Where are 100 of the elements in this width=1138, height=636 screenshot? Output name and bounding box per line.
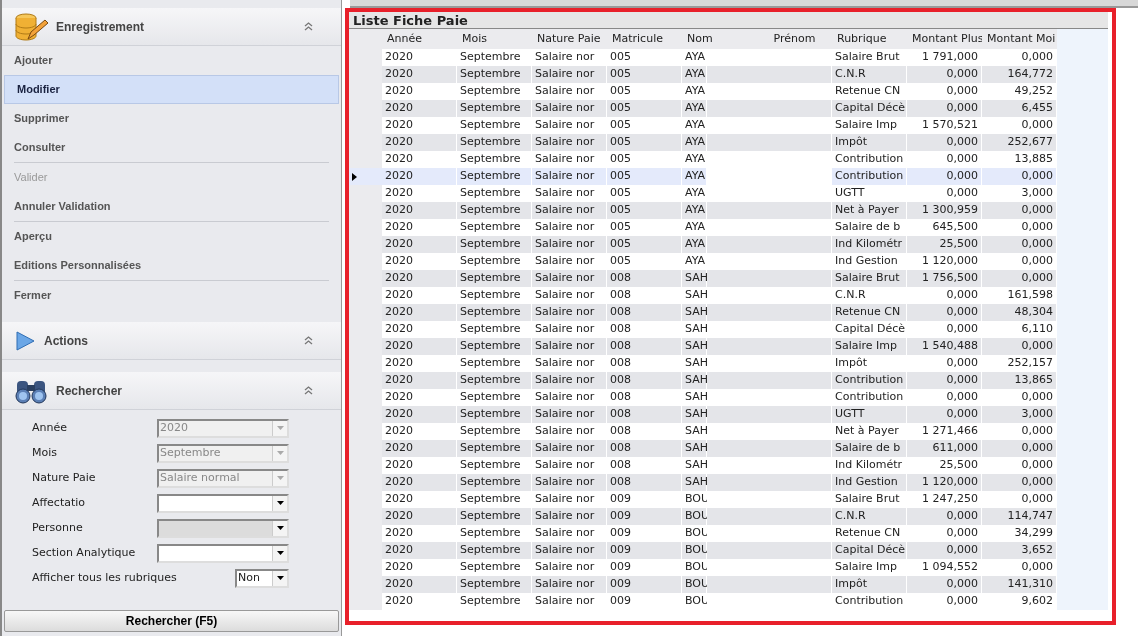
table-cell: Septembre [457, 117, 532, 134]
table-cell: Salaire Brut [832, 491, 907, 508]
database-pencil-icon [14, 10, 48, 43]
table-cell: 164,772 [982, 66, 1057, 83]
table-row[interactable]: 2020 Septembre Salaire nor 005 AYA Net à Payer 1 300,959 0,000 [348, 202, 1057, 219]
menu-item[interactable]: Annuler Validation [14, 192, 329, 221]
table-row[interactable]: 2020 Septembre Salaire nor 005 AYA Contribution 0,000 0,000 [348, 168, 1057, 185]
table-cell: UGTT [832, 406, 907, 423]
collapse-chevron-icon[interactable] [304, 386, 313, 395]
table-cell: 0,000 [982, 236, 1057, 253]
table-cell: Salaire nor [532, 49, 607, 66]
section-header[interactable]: Enregistrement [2, 8, 341, 46]
dropdown-arrow-icon[interactable] [276, 551, 284, 555]
table-cell: SAH [682, 287, 707, 304]
table-cell: 0,000 [907, 406, 982, 423]
table-row[interactable]: 2020 Septembre Salaire nor 008 SAH Impôt 0,000 252,157 [348, 355, 1057, 372]
search-button[interactable]: Rechercher (F5) [4, 610, 339, 632]
table-cell: 008 [607, 338, 682, 355]
table-cell: 0,000 [907, 508, 982, 525]
section-header[interactable]: Actions [2, 322, 341, 360]
table-row[interactable]: 2020 Septembre Salaire nor 008 SAH Ind Gestion 1 120,000 0,000 [348, 474, 1057, 491]
table-cell: 008 [607, 440, 682, 457]
table-cell: 2020 [382, 406, 457, 423]
table-row[interactable]: 2020 Septembre Salaire nor 005 AYA Ind Gestion 1 120,000 0,000 [348, 253, 1057, 270]
table-cell: 0,000 [907, 593, 982, 610]
menu-item[interactable]: Editions Personnalisées [14, 251, 329, 280]
dropdown-field[interactable] [157, 518, 289, 538]
column-header[interactable]: Année [382, 29, 457, 49]
table-cell: Impôt [832, 134, 907, 151]
table-row[interactable]: 2020 Septembre Salaire nor 005 AYA Ind Kilométr 25,500 0,000 [348, 236, 1057, 253]
column-header[interactable]: Mois [457, 29, 532, 49]
dropdown-field[interactable] [157, 493, 289, 513]
table-cell: 13,865 [982, 372, 1057, 389]
table-row[interactable]: 2020 Septembre Salaire nor 005 AYA Retenue CN 0,000 49,252 [348, 83, 1057, 100]
column-header[interactable]: Montant Moi [982, 29, 1057, 49]
table-cell: Ind Gestion [832, 474, 907, 491]
table-cell: SAH [682, 440, 707, 457]
table-cell: Retenue CN [832, 83, 907, 100]
table-row[interactable]: 2020 Septembre Salaire nor 008 SAH Contribution 0,000 13,865 [348, 372, 1057, 389]
table-row[interactable]: 2020 Septembre Salaire nor 008 SAH Ind Kilométr 25,500 0,000 [348, 457, 1057, 474]
table-cell: Septembre [457, 508, 532, 525]
column-header[interactable]: Nom [682, 29, 757, 49]
table-cell: 0,000 [982, 253, 1057, 270]
table-row[interactable]: 2020 Septembre Salaire nor 008 SAH C.N.R 0,000 161,598 [348, 287, 1057, 304]
table-cell: Salaire nor [532, 440, 607, 457]
dropdown-arrow-icon[interactable] [276, 526, 284, 530]
table-cell: 005 [607, 100, 682, 117]
table-cell: 008 [607, 423, 682, 440]
table-cell: Septembre [457, 321, 532, 338]
dropdown-arrow-icon[interactable] [276, 501, 284, 505]
menu-item[interactable]: Supprimer [14, 104, 329, 133]
table-cell: 0,000 [982, 559, 1057, 576]
table-cell: Salaire nor [532, 83, 607, 100]
table-row[interactable]: 2020 Septembre Salaire nor 005 AYA Capital Décè 0,000 6,455 [348, 100, 1057, 117]
menu-item[interactable]: Aperçu [14, 222, 329, 251]
table-cell: UGTT [832, 185, 907, 202]
section-title: Enregistrement [56, 18, 146, 36]
menu-item[interactable]: Modifier [4, 75, 339, 104]
dropdown-field[interactable]: Non [235, 568, 289, 588]
table-row[interactable]: 2020 Septembre Salaire nor 008 SAH Net à Payer 1 271,466 0,000 [348, 423, 1057, 440]
collapse-chevron-icon[interactable] [304, 22, 313, 31]
column-header[interactable]: Matricule [607, 29, 682, 49]
table-row[interactable]: 2020 Septembre Salaire nor 005 AYA Contribution 0,000 13,885 [348, 151, 1057, 168]
table-row[interactable]: 2020 Septembre Salaire nor 008 SAH Salaire de b 611,000 0,000 [348, 440, 1057, 457]
table-cell: 1 300,959 [907, 202, 982, 219]
section-header[interactable]: Rechercher [2, 372, 341, 410]
collapse-chevron-icon[interactable] [304, 336, 313, 345]
table-cell: Septembre [457, 355, 532, 372]
table-row[interactable]: 2020 Septembre Salaire nor 008 SAH UGTT 0,000 3,000 [348, 406, 1057, 423]
menu-item[interactable]: Consulter [14, 133, 329, 162]
table-row[interactable]: 2020 Septembre Salaire nor 008 SAH Retenue CN 0,000 48,304 [348, 304, 1057, 321]
table-cell: 2020 [382, 100, 457, 117]
table-row[interactable]: 2020 Septembre Salaire nor 008 SAH Contribution 0,000 0,000 [348, 389, 1057, 406]
column-header[interactable]: Prénom [757, 29, 832, 49]
table-cell: AYA [682, 100, 707, 117]
column-header[interactable]: Rubrique [832, 29, 907, 49]
table-row[interactable]: 2020 Septembre Salaire nor 005 AYA C.N.R 0,000 164,772 [348, 66, 1057, 83]
table-row[interactable]: 2020 Septembre Salaire nor 005 AYA Impôt 0,000 252,677 [348, 134, 1057, 151]
table-row[interactable]: 2020 Septembre Salaire nor 008 SAH Capital Décè 0,000 6,110 [348, 321, 1057, 338]
table-cell: Contribution [832, 389, 907, 406]
table-cell: 005 [607, 202, 682, 219]
dropdown-field[interactable] [157, 543, 289, 563]
table-cell: Retenue CN [832, 525, 907, 542]
table-cell: 611,000 [907, 440, 982, 457]
table-cell: Salaire nor [532, 151, 607, 168]
table-row[interactable]: 2020 Septembre Salaire nor 008 SAH Salaire Imp 1 540,488 0,000 [348, 338, 1057, 355]
table-row[interactable]: 2020 Septembre Salaire nor 005 AYA Salaire Brut 1 791,000 0,000 [348, 49, 1057, 66]
menu-item[interactable]: Ajouter [14, 46, 329, 75]
column-header[interactable]: Nature Paie [532, 29, 607, 49]
menu-item[interactable]: Fermer [14, 281, 329, 310]
table-cell: 2020 [382, 389, 457, 406]
table-row[interactable]: 2020 Septembre Salaire nor 005 AYA Salaire Imp 1 570,521 0,000 [348, 117, 1057, 134]
column-header[interactable]: Montant Plus [907, 29, 982, 49]
table-cell: 1 120,000 [907, 253, 982, 270]
table-cell: Salaire nor [532, 202, 607, 219]
table-row[interactable]: 2020 Septembre Salaire nor 005 AYA Salaire de b 645,500 0,000 [348, 219, 1057, 236]
table-row[interactable]: 2020 Septembre Salaire nor 008 SAH Salaire Brut 1 756,500 0,000 [348, 270, 1057, 287]
table-cell: Salaire Imp [832, 117, 907, 134]
table-row[interactable]: 2020 Septembre Salaire nor 005 AYA UGTT 0,000 3,000 [348, 185, 1057, 202]
dropdown-arrow-icon[interactable] [276, 576, 284, 580]
